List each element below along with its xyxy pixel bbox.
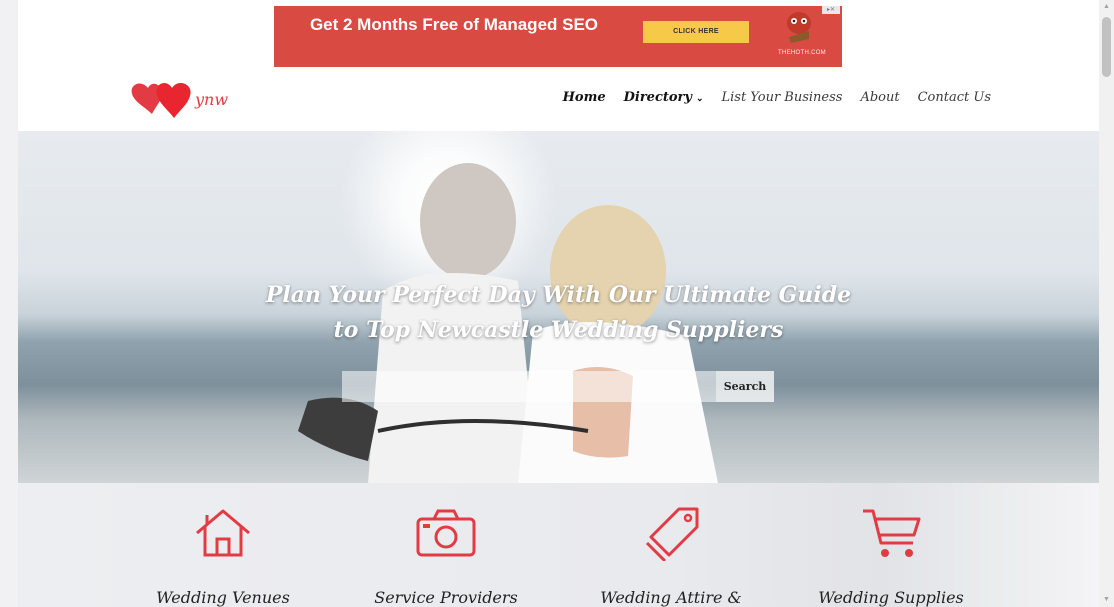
hero-title-line2: to Top Newcastle Wedding Suppliers xyxy=(333,317,784,343)
nav-contact-us[interactable]: Contact Us xyxy=(918,90,991,105)
scroll-thumb[interactable] xyxy=(1102,17,1111,77)
tag-icon xyxy=(645,507,699,561)
nav-directory-label: Directory xyxy=(623,90,692,105)
category-service-providers[interactable]: Service Providers xyxy=(336,505,556,607)
scroll-down-icon[interactable]: ▼ xyxy=(1102,595,1111,605)
category-wedding-venues[interactable]: Wedding Venues xyxy=(113,505,333,607)
chevron-down-icon: ⌄ xyxy=(695,94,704,104)
camera-icon xyxy=(416,509,476,557)
category-label: Service Providers xyxy=(374,588,518,607)
logo-text: ynw xyxy=(195,90,229,109)
category-wedding-supplies[interactable]: Wedding Supplies xyxy=(781,505,1001,607)
page-scrollbar[interactable]: ▲ ▼ xyxy=(1099,0,1114,607)
search-button[interactable]: Search xyxy=(716,371,774,402)
hearts-logo-icon xyxy=(131,82,191,118)
nav-home[interactable]: Home xyxy=(563,90,606,105)
page: Get 2 Months Free of Managed SEO CLICK H… xyxy=(18,0,1099,607)
mascot-icon xyxy=(787,12,811,43)
ad-cta-button[interactable]: CLICK HERE xyxy=(643,21,749,43)
nav-about[interactable]: About xyxy=(860,90,899,105)
house-icon xyxy=(196,509,250,557)
ad-banner[interactable]: Get 2 Months Free of Managed SEO CLICK H… xyxy=(274,6,842,67)
nav-list-your-business[interactable]: List Your Business xyxy=(721,90,842,105)
category-label: Wedding Supplies xyxy=(818,588,964,607)
search-input[interactable] xyxy=(342,371,716,402)
category-label: Wedding Venues xyxy=(156,588,290,607)
cart-icon xyxy=(863,509,921,557)
hero-title-line1: Plan Your Perfect Day With Our Ultimate … xyxy=(265,282,852,308)
ad-brand: THEHOTH.COM xyxy=(778,50,826,56)
category-section: Wedding Venues Service Providers Wedding… xyxy=(18,483,1099,607)
site-logo[interactable]: ynw xyxy=(130,78,250,122)
hero-section: Plan Your Perfect Day With Our Ultimate … xyxy=(18,131,1099,483)
scroll-up-icon[interactable]: ▲ xyxy=(1102,2,1111,12)
nav-directory[interactable]: Directory ⌄ xyxy=(624,90,704,105)
main-nav: Home Directory ⌄ List Your Business About… xyxy=(563,90,991,105)
site-header: ynw Home Directory ⌄ List Your Business A… xyxy=(18,72,1099,130)
category-wedding-attire[interactable]: Wedding Attire & xyxy=(561,505,781,607)
category-label: Wedding Attire & xyxy=(600,588,742,607)
ad-headline: Get 2 Months Free of Managed SEO xyxy=(309,15,599,34)
hero-title: Plan Your Perfect Day With Our Ultimate … xyxy=(18,278,1099,348)
ad-close-icon[interactable]: ▸✕ xyxy=(822,6,840,14)
search-form: Search xyxy=(342,371,774,402)
